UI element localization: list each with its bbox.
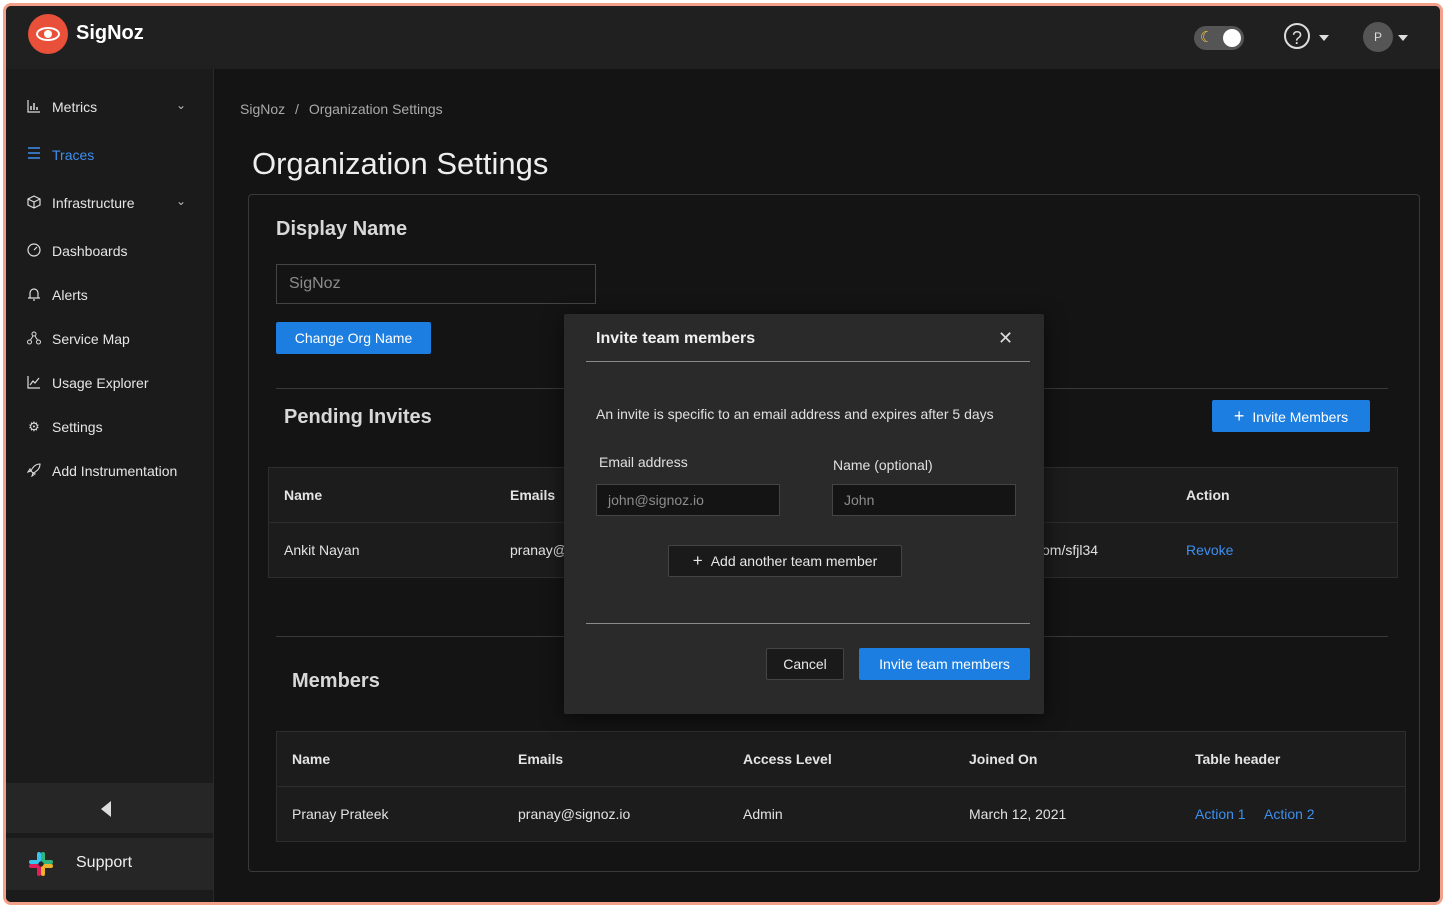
sidebar-item-dashboards[interactable]: Dashboards <box>6 233 213 269</box>
change-org-name-button[interactable]: Change Org Name <box>276 322 431 354</box>
member-email: pranay@signoz.io <box>518 806 631 822</box>
modal-description: An invite is specific to an email addres… <box>596 406 994 422</box>
chevron-down-icon: ⌄ <box>176 98 187 112</box>
sidebar-item-traces[interactable]: Traces <box>6 137 213 173</box>
sidebar-item-label: Metrics <box>52 99 98 115</box>
column-header-emails: Emails <box>518 751 564 767</box>
invite-email: pranay@ <box>510 542 568 558</box>
member-joined-on: March 12, 2021 <box>969 806 1067 822</box>
action-1-link[interactable]: Action 1 <box>1195 806 1246 822</box>
sidebar-item-metrics[interactable]: Metrics ⌄ <box>6 89 213 125</box>
members-title: Members <box>292 670 380 692</box>
cancel-button[interactable]: Cancel <box>766 648 844 680</box>
invite-link: om/sfjl34 <box>1042 542 1099 558</box>
top-bar: SigNoz ☾ ? P <box>6 6 1440 69</box>
moon-icon: ☾ <box>1200 29 1214 46</box>
email-field[interactable]: john@signoz.io <box>596 484 780 516</box>
column-header-name: Name <box>292 751 331 767</box>
slack-icon <box>29 852 53 876</box>
revoke-link[interactable]: Revoke <box>1186 542 1233 558</box>
member-name: Pranay Prateek <box>292 806 389 822</box>
invite-members-button[interactable]: + Invite Members <box>1212 400 1370 432</box>
column-header-access-level: Access Level <box>743 751 832 767</box>
breadcrumb-current: Organization Settings <box>308 101 443 117</box>
caret-left-icon <box>101 801 111 817</box>
email-label: Email address <box>599 454 688 470</box>
dashboard-icon <box>26 243 42 259</box>
member-access-level: Admin <box>743 806 783 822</box>
column-header-name: Name <box>284 487 323 503</box>
sidebar-item-label: Service Map <box>52 331 130 347</box>
app-window: SigNoz ☾ ? P Metrics ⌄ Traces Infrastruc… <box>3 3 1443 905</box>
bell-icon <box>26 287 42 303</box>
sidebar-item-label: Dashboards <box>52 243 128 259</box>
row-divider <box>276 786 1406 787</box>
bar-chart-icon <box>26 99 42 115</box>
invite-members-label: Invite Members <box>1252 409 1349 425</box>
plus-icon: + <box>692 551 703 570</box>
sidebar-item-infrastructure[interactable]: Infrastructure ⌄ <box>6 185 213 221</box>
network-icon <box>26 331 42 347</box>
signoz-logo-icon[interactable] <box>28 14 68 54</box>
modal-footer-divider <box>586 623 1030 624</box>
breadcrumb-root[interactable]: SigNoz <box>240 101 285 117</box>
breadcrumb-separator: / <box>295 101 299 117</box>
sidebar-collapse-button[interactable] <box>6 783 213 833</box>
column-header-table-header: Table header <box>1195 751 1281 767</box>
theme-toggle[interactable]: ☾ <box>1194 26 1244 50</box>
avatar-chevron-down-icon[interactable] <box>1398 35 1408 41</box>
sidebar-item-label: Settings <box>52 419 103 435</box>
breadcrumb: SigNoz / Organization Settings <box>240 101 443 117</box>
name-field[interactable]: John <box>832 484 1016 516</box>
sidebar-item-label: Usage Explorer <box>52 375 149 391</box>
rocket-icon <box>26 463 42 479</box>
close-icon[interactable]: ✕ <box>998 328 1013 349</box>
help-icon[interactable]: ? <box>1284 23 1310 49</box>
sidebar-item-settings[interactable]: ⚙ Settings <box>6 409 213 445</box>
help-chevron-down-icon[interactable] <box>1319 35 1329 41</box>
sidebar-item-label: Infrastructure <box>52 195 135 211</box>
invite-name: Ankit Nayan <box>284 542 360 558</box>
column-header-action: Action <box>1186 487 1230 503</box>
sidebar-item-alerts[interactable]: Alerts <box>6 277 213 313</box>
app-name[interactable]: SigNoz <box>76 22 144 45</box>
column-header-emails: Emails <box>510 487 556 503</box>
gear-icon: ⚙ <box>28 419 40 434</box>
menu-icon <box>26 147 42 163</box>
add-another-member-button[interactable]: + Add another team member <box>668 545 902 577</box>
pending-invites-title: Pending Invites <box>284 406 432 428</box>
support-label: Support <box>76 854 133 871</box>
invite-modal: Invite team members ✕ An invite is speci… <box>564 314 1044 714</box>
avatar[interactable]: P <box>1363 22 1393 52</box>
sidebar-item-label: Add Instrumentation <box>52 463 178 479</box>
support-button[interactable]: Support <box>6 838 213 890</box>
invite-team-members-button[interactable]: Invite team members <box>859 648 1030 680</box>
chevron-down-icon: ⌄ <box>176 194 187 208</box>
action-2-link[interactable]: Action 2 <box>1264 806 1315 822</box>
sidebar-item-add-instrumentation[interactable]: Add Instrumentation <box>6 453 213 489</box>
add-another-label: Add another team member <box>710 553 878 569</box>
cube-icon <box>26 195 42 211</box>
org-name-input[interactable]: SigNoz <box>276 264 596 304</box>
modal-header-divider <box>586 361 1030 362</box>
sidebar-item-label: Traces <box>52 147 95 163</box>
display-name-title: Display Name <box>276 218 408 240</box>
sidebar-item-usage-explorer[interactable]: Usage Explorer <box>6 365 213 401</box>
name-label: Name (optional) <box>833 457 933 473</box>
line-chart-icon <box>26 375 42 391</box>
plus-icon: + <box>1233 406 1245 426</box>
sidebar-item-label: Alerts <box>52 287 88 303</box>
toggle-knob <box>1223 29 1241 47</box>
modal-title: Invite team members <box>596 330 756 347</box>
page-title: Organization Settings <box>252 146 549 181</box>
sidebar-item-service-map[interactable]: Service Map <box>6 321 213 357</box>
column-header-joined-on: Joined On <box>969 751 1038 767</box>
sidebar: Metrics ⌄ Traces Infrastructure ⌄ Dashbo… <box>6 69 214 902</box>
